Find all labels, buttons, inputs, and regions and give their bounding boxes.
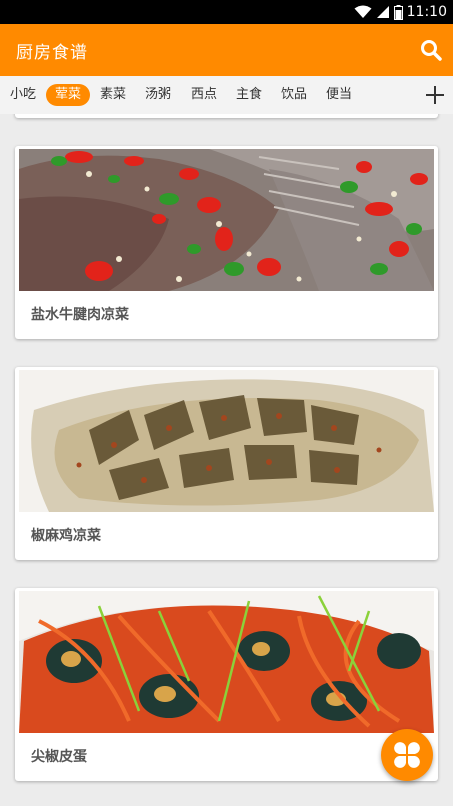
recipe-photo xyxy=(19,591,434,733)
app-title: 厨房食谱 xyxy=(16,43,88,63)
floating-menu-button[interactable] xyxy=(381,729,433,781)
recipe-title: 椒麻鸡凉菜 xyxy=(31,528,101,544)
recipe-list: 盐水牛腱肉凉菜 椒麻鸡凉菜 尖椒皮蛋 xyxy=(0,114,453,806)
add-category-button[interactable] xyxy=(423,83,447,107)
tab-soup-porridge[interactable]: 汤粥 xyxy=(139,84,177,106)
tab-drinks[interactable]: 饮品 xyxy=(275,84,313,106)
status-time: 11:10 xyxy=(406,4,447,20)
wifi-icon xyxy=(354,5,372,18)
plus-icon xyxy=(426,86,444,104)
recipe-photo xyxy=(19,370,434,512)
tab-vegetarian[interactable]: 素菜 xyxy=(94,84,132,106)
tab-meat-dishes[interactable]: 荤菜 xyxy=(46,84,90,106)
recipe-title: 盐水牛腱肉凉菜 xyxy=(31,307,129,323)
tab-bento[interactable]: 便当 xyxy=(320,84,358,106)
battery-icon xyxy=(393,4,403,20)
recipe-card[interactable]: 盐水牛腱肉凉菜 xyxy=(15,146,438,339)
app-bar: 厨房食谱 xyxy=(0,24,453,76)
search-button[interactable] xyxy=(415,34,447,66)
recipe-title: 尖椒皮蛋 xyxy=(31,749,87,765)
signal-icon xyxy=(376,6,389,18)
tab-pastry[interactable]: 西点 xyxy=(185,84,223,106)
recipe-card-partial[interactable] xyxy=(15,114,438,118)
tab-snacks[interactable]: 小吃 xyxy=(4,84,42,106)
tab-staple-food[interactable]: 主食 xyxy=(230,84,268,106)
category-tabs: 小吃 荤菜 素菜 汤粥 西点 主食 饮品 便当 xyxy=(0,76,453,114)
recipe-photo xyxy=(19,149,434,291)
status-bar: 11:10 xyxy=(0,0,453,24)
four-petal-menu-icon xyxy=(394,742,420,768)
recipe-card[interactable]: 椒麻鸡凉菜 xyxy=(15,367,438,560)
search-icon xyxy=(421,40,442,61)
recipe-card[interactable]: 尖椒皮蛋 xyxy=(15,588,438,781)
